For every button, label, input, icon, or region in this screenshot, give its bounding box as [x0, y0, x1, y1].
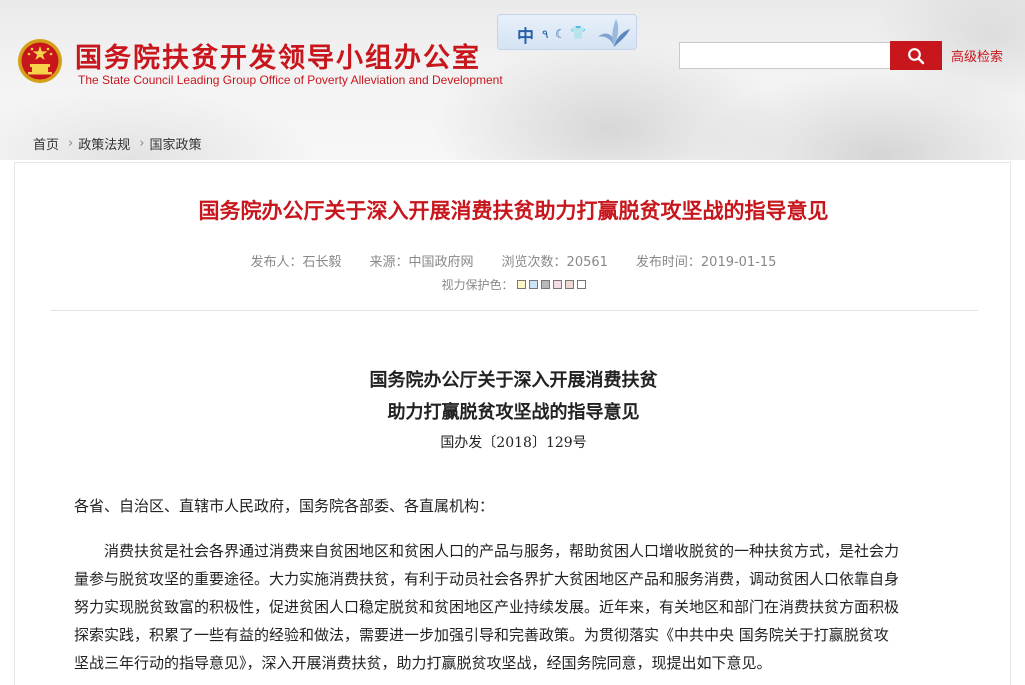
language-badge[interactable]: 中 ٩ ☾ 👕 — [497, 14, 637, 50]
source: 来源：中国政府网 — [369, 255, 474, 270]
search-icon — [890, 47, 942, 65]
wave-icon: ٩ — [542, 27, 549, 41]
site-title-english[interactable]: The State Council Leading Group Office o… — [78, 73, 503, 87]
paragraph-line: 量参与脱贫攻坚的重要途径。大力实施消费扶贫，有利于动员社会各界扩大贫困地区产品和… — [74, 570, 900, 588]
eye-care-swatch[interactable] — [528, 280, 538, 289]
article-card: 国务院办公厅关于深入开展消费扶贫助力打赢脱贫攻坚战的指导意见 发布人：石长毅 来… — [14, 162, 1011, 685]
search-input[interactable] — [679, 42, 891, 69]
shirt-icon: 👕 — [570, 26, 587, 41]
eye-care-swatch[interactable] — [552, 280, 562, 289]
paragraph-line: 消费扶贫是社会各界通过消费来自贫困地区和贫困人口的产品与服务，帮助贫困人口增收脱… — [74, 542, 900, 560]
advanced-search-link[interactable]: 高级检索 — [951, 46, 1003, 65]
eye-care-swatch[interactable] — [540, 280, 550, 289]
eye-care-swatch[interactable] — [564, 280, 574, 289]
flower-icon — [596, 17, 632, 53]
breadcrumb-national-policy[interactable]: 国家政策 — [149, 134, 201, 153]
chevron-right-icon: › — [68, 136, 74, 151]
view-count: 浏览次数：20561 — [501, 255, 608, 270]
publish-date: 发布时间：2019-01-15 — [635, 255, 777, 270]
eye-care-swatch[interactable] — [516, 280, 526, 289]
paragraph-line: 探索实践，积累了一些有益的经验和做法，需要进一步加强引导和完善政策。为贯彻落实《… — [74, 626, 889, 644]
breadcrumb: 首页 › 政策法规 › 国家政策 — [33, 134, 201, 153]
article-meta: 发布人：石长毅 来源：中国政府网 浏览次数：20561 发布时间：2019-01… — [15, 251, 1012, 270]
search-button[interactable] — [890, 41, 942, 70]
chevron-right-icon: › — [139, 136, 145, 151]
paragraph-line: 努力实现脱贫致富的积极性，促进贫困人口稳定脱贫和贫困地区产业持续发展。近年来，有… — [74, 598, 900, 616]
divider — [51, 310, 978, 311]
lang-chinese-label: 中 — [517, 27, 534, 47]
article-title: 国务院办公厅关于深入开展消费扶贫助力打赢脱贫攻坚战的指导意见 — [198, 199, 829, 223]
document-number: 国办发〔2018〕129号 — [440, 435, 587, 451]
eye-care-label: 视力保护色： — [441, 278, 514, 292]
document-title-line: 助力打赢脱贫攻坚战的指导意见 — [387, 402, 640, 423]
national-emblem-icon[interactable] — [17, 38, 63, 84]
paragraph-line: 坚战三年行动的指导意见》，深入开展消费扶贫，助力打赢脱贫攻坚战，经国务院同意，现… — [74, 654, 772, 672]
site-title[interactable]: 国务院扶贫开发领导小组办公室 — [75, 36, 481, 75]
moon-icon: ☾ — [555, 27, 566, 41]
publisher: 发布人：石长毅 — [250, 255, 342, 270]
body-paragraph: 消费扶贫是社会各界通过消费来自贫困地区和贫困人口的产品与服务，帮助贫困人口增收脱… — [74, 537, 960, 677]
eye-care-swatch[interactable] — [576, 280, 586, 289]
salutation: 各省、自治区、直辖市人民政府，国务院各部委、各直属机构： — [74, 497, 495, 515]
breadcrumb-policy[interactable]: 政策法规 — [78, 134, 130, 153]
document-title-line: 国务院办公厅关于深入开展消费扶贫 — [369, 370, 658, 391]
breadcrumb-home[interactable]: 首页 — [33, 134, 59, 153]
eye-care-colors: 视力保护色： — [15, 276, 1012, 293]
